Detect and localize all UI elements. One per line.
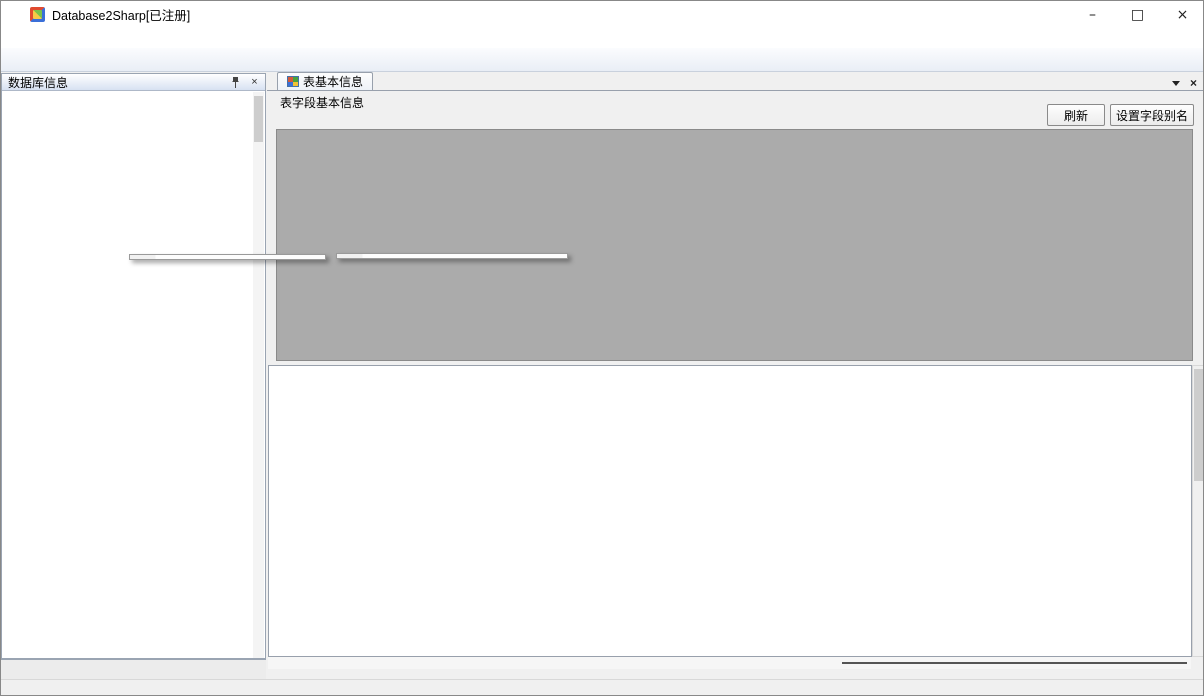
menubar [1,28,1204,48]
pin-icon[interactable] [229,76,242,89]
toolbar [1,48,1204,72]
titlebar: Database2Sharp[已注册] – □ × [1,1,1204,28]
field-grid [276,129,1193,361]
minimize-button[interactable]: – [1070,1,1115,28]
refresh-button[interactable]: 刷新 [1047,104,1105,126]
code-generation-submenu [336,253,568,259]
section-label: 表字段基本信息 [280,94,364,111]
tree-scrollbar[interactable] [253,92,264,658]
app-window: Database2Sharp[已注册] – □ × 数据库信息 × [0,0,1204,696]
database-tree [2,91,253,658]
set-field-alias-button[interactable]: 设置字段别名 [1110,104,1194,126]
panel-header: 数据库信息 × [2,74,265,91]
sql-hscroll-thumb[interactable] [842,662,1187,664]
database-info-panel: 数据库信息 × [1,73,266,659]
context-menu [129,254,326,260]
panel-title: 数据库信息 [8,74,68,91]
document-tabstrip: 表基本信息 × [267,73,1204,91]
left-bottom-tabstrip [1,659,266,679]
window-title: Database2Sharp[已注册] [52,5,190,24]
statusbar [1,679,1204,696]
app-icon [30,7,45,22]
doc-list-chevron-down-icon[interactable] [1172,81,1180,86]
tree-scrollbar-thumb[interactable] [254,96,263,142]
table-grid-icon [287,76,299,87]
document-panel: 表基本信息 × 表字段基本信息 刷新 设置字段别名 [267,73,1204,659]
maximize-button[interactable]: □ [1115,1,1160,28]
sql-horizontal-scrollbar[interactable] [268,657,1191,669]
doc-tab-label: 表基本信息 [303,73,363,90]
doc-close-icon[interactable]: × [1190,76,1197,90]
sql-editor[interactable] [268,365,1192,657]
close-button[interactable]: × [1160,1,1204,28]
tab-table-basic-info[interactable]: 表基本信息 [277,72,373,90]
sql-vertical-scrollbar[interactable] [1192,365,1204,657]
panel-close-icon[interactable]: × [248,76,261,89]
sql-vscroll-thumb[interactable] [1194,369,1203,481]
